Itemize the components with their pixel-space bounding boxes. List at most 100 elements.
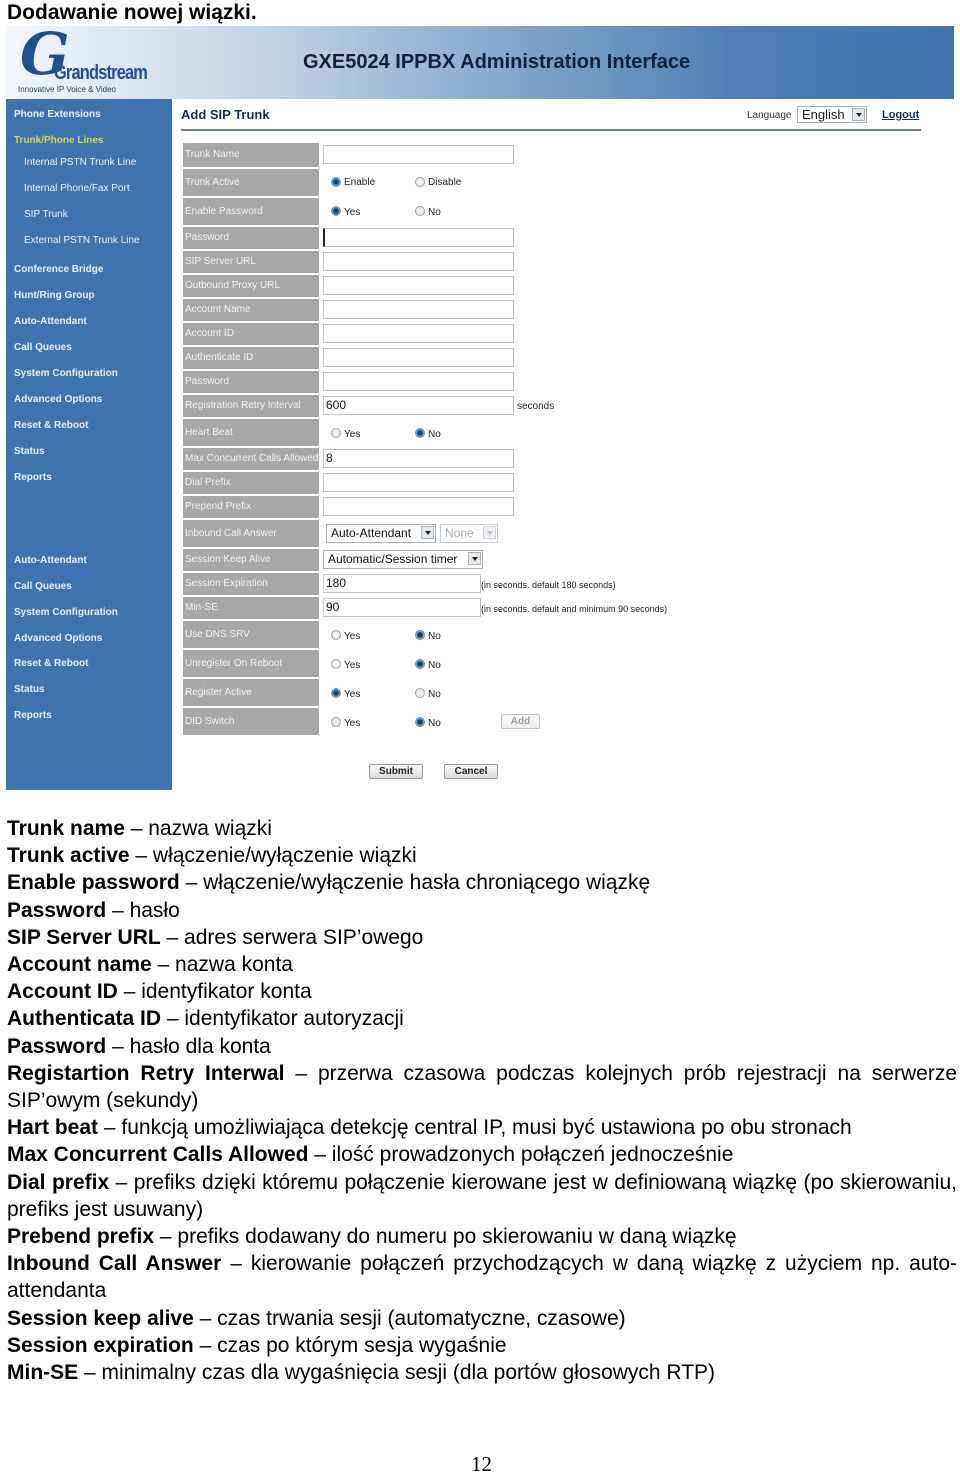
label-trunk-name: Trunk Name xyxy=(185,149,240,160)
description-text: – adres serwera SIP’owego xyxy=(166,925,424,949)
description-text: – minimalny czas dla wygaśnięcia sesji (… xyxy=(84,1361,716,1385)
sidebar-item-reset-reboot[interactable]: Reset & Reboot xyxy=(14,658,88,669)
inbound-call-answer-target-select[interactable]: None xyxy=(440,524,498,543)
label-sip-server-url: SIP Server URL xyxy=(185,256,256,267)
sidebar-item-conference-bridge[interactable]: Conference Bridge xyxy=(14,264,103,275)
sidebar-item-internal-phone-fax-port[interactable]: Internal Phone/Fax Port xyxy=(24,183,130,194)
sip-server-url-input[interactable] xyxy=(323,252,514,271)
use-dns-srv-no-radio[interactable] xyxy=(415,630,425,640)
description-item: Prebend prefix – prefiks dodawany do num… xyxy=(7,1223,957,1250)
did-switch-no-radio[interactable] xyxy=(415,717,425,727)
heart-beat-no-radio[interactable] xyxy=(415,428,425,438)
did-switch-yes-radio[interactable] xyxy=(331,717,341,727)
label-password: Password xyxy=(185,232,229,243)
dial-prefix-input[interactable] xyxy=(323,473,514,492)
sidebar-item-call-queues[interactable]: Call Queues xyxy=(14,581,72,592)
description-term: Registartion Retry Interwal xyxy=(7,1061,285,1085)
sidebar-item-advanced-options[interactable]: Advanced Options xyxy=(14,394,102,405)
enable-password-no-label: No xyxy=(428,207,441,218)
use-dns-srv-yes-radio[interactable] xyxy=(331,630,341,640)
description-term: Dial prefix xyxy=(7,1170,110,1194)
max-concurrent-calls-input[interactable]: 8 xyxy=(323,449,514,468)
sidebar-item-status[interactable]: Status xyxy=(14,684,45,695)
sidebar-item-reports[interactable]: Reports xyxy=(14,710,52,721)
description-text: – czas trwania sesji (automatyczne, czas… xyxy=(199,1306,626,1330)
description-text: – identyfikator konta xyxy=(123,980,312,1004)
register-active-no-label: No xyxy=(428,689,441,700)
chevron-down-icon[interactable] xyxy=(421,526,434,539)
row-use-dns-srv: Use DNS SRV xyxy=(183,621,319,648)
label-min-se: Min-SE xyxy=(185,602,218,613)
app-title: GXE5024 IPPBX Administration Interface xyxy=(303,51,691,73)
session-expiration-input[interactable]: 180 xyxy=(323,574,481,593)
heart-beat-yes-radio[interactable] xyxy=(331,428,341,438)
heart-beat-yes-label: Yes xyxy=(344,429,361,440)
description-item: Account name – nazwa konta xyxy=(7,951,957,978)
row-register-active: Register Active xyxy=(183,679,319,706)
sidebar-item-advanced-options[interactable]: Advanced Options xyxy=(14,633,102,644)
chevron-down-icon[interactable] xyxy=(852,108,865,121)
inbound-call-answer-select[interactable]: Auto-Attendant xyxy=(326,524,436,543)
prepend-prefix-input[interactable] xyxy=(323,497,514,516)
sidebar-item-system-configuration[interactable]: System Configuration xyxy=(14,607,118,618)
password-input[interactable] xyxy=(323,228,514,247)
sidebar-item-trunk-phone-lines[interactable]: Trunk/Phone Lines xyxy=(14,135,103,146)
row-trunk-name: Trunk Name xyxy=(183,143,319,167)
enable-password-no-radio[interactable] xyxy=(415,206,425,216)
sidebar-item-internal-pstn-trunk-line[interactable]: Internal PSTN Trunk Line xyxy=(24,157,136,168)
sidebar-item-auto-attendant[interactable]: Auto-Attendant xyxy=(14,316,87,327)
language-select[interactable]: English xyxy=(797,106,867,123)
outbound-proxy-url-input[interactable] xyxy=(323,276,514,295)
add-did-button[interactable]: Add xyxy=(501,714,540,729)
sidebar-item-external-pstn-trunk-line[interactable]: External PSTN Trunk Line xyxy=(24,235,140,246)
min-se-input[interactable]: 90 xyxy=(323,598,481,617)
register-active-yes-radio[interactable] xyxy=(331,688,341,698)
description-text: – prefiks dodawany do numeru po skierowa… xyxy=(159,1225,737,1249)
registration-retry-interval-input[interactable]: 600 xyxy=(323,396,514,415)
sidebar-item-reports[interactable]: Reports xyxy=(14,472,52,483)
description-term: Session expiration xyxy=(7,1333,194,1357)
use-dns-srv-yes-label: Yes xyxy=(344,631,361,642)
trunk-active-enable-radio[interactable] xyxy=(331,177,341,187)
account-name-input[interactable] xyxy=(323,300,514,319)
submit-button[interactable]: Submit xyxy=(369,764,423,779)
enable-password-yes-radio[interactable] xyxy=(331,206,341,216)
sidebar-item-call-queues[interactable]: Call Queues xyxy=(14,342,72,353)
trunk-active-disable-radio[interactable] xyxy=(415,177,425,187)
description-text: – hasło dla konta xyxy=(112,1034,271,1058)
logout-link[interactable]: Logout xyxy=(882,109,919,121)
unregister-on-reboot-yes-radio[interactable] xyxy=(331,659,341,669)
row-account-name: Account Name xyxy=(183,299,319,321)
sidebar-item-reset-reboot[interactable]: Reset & Reboot xyxy=(14,420,88,431)
row-did-switch: DID Switch xyxy=(183,708,319,735)
sidebar-item-sip-trunk[interactable]: SIP Trunk xyxy=(24,209,68,220)
sidebar-item-phone-extensions[interactable]: Phone Extensions xyxy=(14,109,101,120)
chevron-down-icon[interactable] xyxy=(468,552,481,565)
row-min-se: Min-SE xyxy=(183,597,319,619)
session-expiration-note: (in seconds. default 180 seconds) xyxy=(481,580,616,590)
account-id-input[interactable] xyxy=(323,324,514,343)
description-term: Authenticata ID xyxy=(7,1007,162,1031)
description-item: Max Concurrent Calls Allowed – ilość pro… xyxy=(7,1141,957,1168)
label-dial-prefix: Dial Prefix xyxy=(185,477,231,488)
description-item: Trunk name – nazwa wiązki xyxy=(7,815,957,842)
registration-retry-unit: seconds xyxy=(517,401,555,412)
use-dns-srv-no-label: No xyxy=(428,631,441,642)
description-item: Password – hasło dla konta xyxy=(7,1033,957,1060)
cancel-button[interactable]: Cancel xyxy=(444,764,498,779)
authenticate-id-input[interactable] xyxy=(323,348,514,367)
unregister-on-reboot-no-radio[interactable] xyxy=(415,659,425,669)
row-heart-beat: Heart Beat xyxy=(183,419,319,446)
account-password-input[interactable] xyxy=(323,372,514,391)
sidebar-item-system-configuration[interactable]: System Configuration xyxy=(14,368,118,379)
description-item: Dial prefix – prefiks dzięki któremu poł… xyxy=(7,1169,957,1223)
trunk-active-disable-label: Disable xyxy=(428,177,462,188)
label-trunk-active: Trunk Active xyxy=(185,177,240,188)
trunk-name-input[interactable] xyxy=(323,145,514,164)
session-keep-alive-select[interactable]: Automatic/Session timer xyxy=(323,550,483,569)
register-active-no-radio[interactable] xyxy=(415,688,425,698)
description-term: Password xyxy=(7,1034,107,1058)
sidebar-item-status[interactable]: Status xyxy=(14,446,45,457)
sidebar-item-hunt-ring-group[interactable]: Hunt/Ring Group xyxy=(14,290,95,301)
sidebar-item-auto-attendant[interactable]: Auto-Attendant xyxy=(14,555,87,566)
